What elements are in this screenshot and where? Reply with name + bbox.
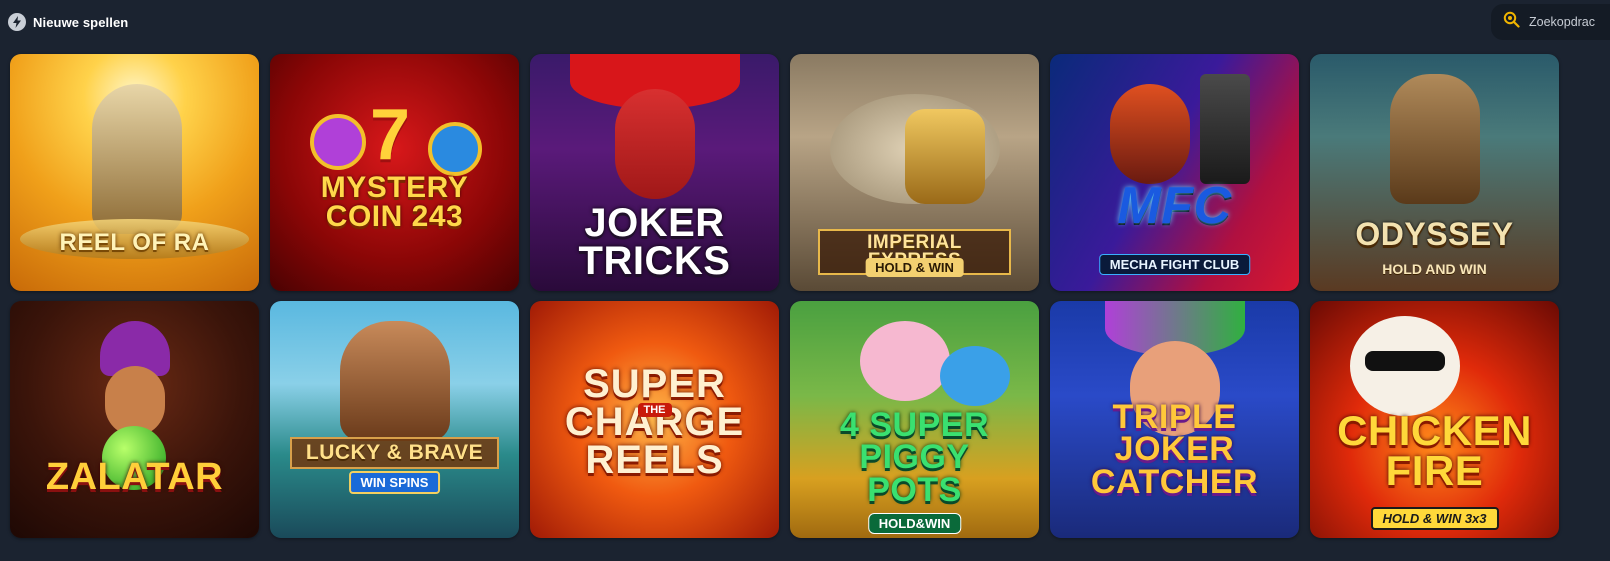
search-placeholder: Zoekopdrac (1529, 15, 1596, 29)
game-tile[interactable]: CHICKEN FIRE HOLD & WIN 3x3 (1310, 301, 1559, 538)
game-subtitle: THE (637, 403, 672, 417)
game-title: ZALATAR (45, 456, 224, 498)
game-art (1110, 84, 1190, 184)
game-art (860, 321, 950, 401)
game-subtitle: WIN SPINS (348, 471, 441, 494)
page: Nieuwe spellen Zoekopdrac REEL OF RA 7 M… (0, 0, 1610, 561)
game-tile[interactable]: ODYSSEY HOLD AND WIN (1310, 54, 1559, 291)
game-art (428, 122, 482, 176)
game-art: 7 (370, 95, 411, 175)
game-art (905, 109, 985, 204)
search-icon (1503, 11, 1520, 33)
game-art (940, 346, 1010, 406)
game-art (1200, 74, 1250, 184)
game-title: JOKER TRICKS (578, 201, 731, 283)
search-input[interactable]: Zoekopdrac (1491, 4, 1610, 40)
game-tile[interactable]: 7 MYSTERY COIN 243 (270, 54, 519, 291)
game-subtitle: HOLD & WIN (865, 258, 964, 277)
game-tile[interactable]: REEL OF RA (10, 54, 259, 291)
game-tile[interactable]: ZALATAR (10, 301, 259, 538)
game-title: REEL OF RA (59, 229, 210, 256)
game-title: TRIPLE JOKER CATCHER (1090, 398, 1259, 501)
lightning-icon (8, 13, 26, 31)
games-grid: REEL OF RA 7 MYSTERY COIN 243 JOKER TRIC… (10, 54, 1559, 538)
game-title: MFC (1117, 177, 1232, 235)
game-tile[interactable]: TRIPLE JOKER CATCHER (1050, 301, 1299, 538)
game-tile[interactable]: 4 SUPER PIGGY POTS HOLD&WIN (790, 301, 1039, 538)
game-title: LUCKY & BRAVE (290, 437, 499, 469)
section-title: Nieuwe spellen (33, 14, 129, 30)
game-title: MYSTERY COIN 243 (320, 171, 469, 233)
game-subtitle: HOLD & WIN 3x3 (1370, 507, 1499, 530)
section-header: Nieuwe spellen (8, 10, 128, 34)
game-subtitle: HOLD AND WIN (1382, 261, 1487, 277)
game-art (1365, 351, 1445, 371)
game-art (615, 89, 695, 199)
game-title: 4 SUPER PIGGY POTS (840, 406, 989, 509)
game-art (1390, 74, 1480, 204)
game-subtitle: HOLD&WIN (867, 513, 962, 534)
game-title: CHICKEN FIRE (1337, 407, 1532, 494)
game-art (340, 321, 450, 441)
game-tile[interactable]: IMPERIAL EXPRESS HOLD & WIN (790, 54, 1039, 291)
game-tile[interactable]: SUPER CHARGE REELS THE (530, 301, 779, 538)
game-title: ODYSSEY (1355, 216, 1514, 252)
game-art (310, 114, 366, 170)
game-title: SUPER CHARGE REELS (564, 362, 745, 482)
game-tile[interactable]: MFC MECHA FIGHT CLUB (1050, 54, 1299, 291)
game-subtitle: MECHA FIGHT CLUB (1098, 254, 1251, 275)
game-tile[interactable]: JOKER TRICKS (530, 54, 779, 291)
game-art (92, 84, 182, 234)
game-tile[interactable]: LUCKY & BRAVE WIN SPINS (270, 301, 519, 538)
